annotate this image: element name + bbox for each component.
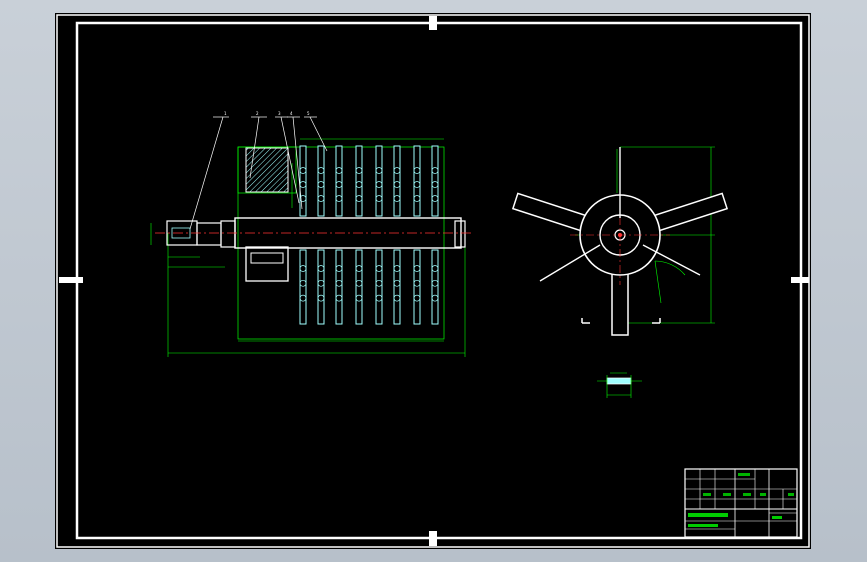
balloon-2: 2 bbox=[256, 111, 259, 116]
paddle-bar bbox=[317, 145, 325, 217]
paddle-bar bbox=[317, 249, 325, 325]
center-mark-top bbox=[429, 16, 437, 30]
center-mark-bottom bbox=[429, 531, 437, 546]
paddle-bar bbox=[299, 145, 307, 217]
paddle-bar bbox=[413, 145, 421, 217]
paddle-bar bbox=[355, 249, 363, 325]
balloon-1: 1 bbox=[224, 111, 227, 116]
inner-frame bbox=[75, 21, 803, 540]
paddle-bar bbox=[413, 249, 421, 325]
paddle-bar bbox=[375, 145, 383, 217]
front-view bbox=[150, 138, 473, 357]
balloon-5: 5 bbox=[307, 111, 310, 116]
paddle-bar bbox=[335, 249, 343, 325]
paddle-bar bbox=[393, 145, 401, 217]
paddle-bar bbox=[393, 249, 401, 325]
balloon-labels: 1 2 3 4 5 bbox=[224, 111, 310, 116]
paddle-bar bbox=[299, 249, 307, 325]
center-mark-right bbox=[791, 277, 809, 283]
section-detail bbox=[597, 372, 642, 398]
balloon-4: 4 bbox=[290, 111, 293, 116]
side-view bbox=[511, 146, 729, 336]
center-mark-left bbox=[59, 277, 83, 283]
paddle-bar bbox=[431, 145, 439, 217]
paddle-array bbox=[299, 145, 439, 325]
balloon-3: 3 bbox=[278, 111, 281, 116]
drawing-viewport[interactable]: 1 2 3 4 5 bbox=[55, 13, 811, 549]
paddle-bar bbox=[375, 249, 383, 325]
cad-drawing: 1 2 3 4 5 bbox=[56, 14, 810, 548]
paddle-bar bbox=[431, 249, 439, 325]
paddle-bar bbox=[335, 145, 343, 217]
paddle-bar bbox=[355, 145, 363, 217]
title-block bbox=[684, 468, 798, 538]
